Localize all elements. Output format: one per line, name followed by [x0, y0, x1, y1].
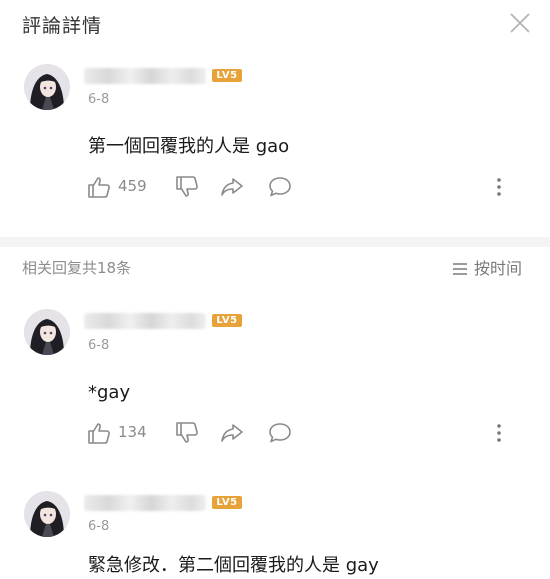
avatar[interactable] [24, 64, 70, 110]
more-vertical-icon[interactable] [494, 422, 504, 444]
comment-text: 第一個回覆我的人是 gao [88, 136, 290, 157]
username-blurred[interactable] [84, 495, 206, 511]
section-divider [0, 237, 550, 247]
like-count: 134 [118, 423, 147, 441]
list-icon [453, 263, 467, 275]
comment-date: 6-8 [88, 338, 110, 353]
share-icon[interactable] [219, 420, 245, 446]
avatar[interactable] [24, 491, 70, 537]
thumbs-up-icon[interactable] [86, 420, 112, 446]
close-icon[interactable] [506, 9, 534, 37]
username-blurred[interactable] [84, 68, 206, 84]
level-badge: LV5 [212, 496, 242, 509]
thumbs-down-icon[interactable] [174, 174, 200, 200]
more-vertical-icon[interactable] [494, 176, 504, 198]
level-badge: LV5 [212, 314, 242, 327]
header: 評論詳情 [0, 0, 550, 48]
replies-header: 相关回复共18条 按时间 [0, 252, 550, 282]
comment-bubble-icon[interactable] [267, 174, 293, 200]
like-count: 459 [118, 177, 147, 195]
page-title: 評論詳情 [22, 15, 103, 37]
comment-text: *gay [88, 382, 131, 403]
comment-date: 6-8 [88, 519, 110, 534]
avatar[interactable] [24, 309, 70, 355]
comment-date: 6-8 [88, 92, 110, 107]
share-icon[interactable] [219, 174, 245, 200]
comment-actions: 134 [86, 420, 526, 446]
thumbs-down-icon[interactable] [174, 420, 200, 446]
comment-text: 緊急修改．第二個回覆我的人是 gay [88, 555, 379, 576]
thumbs-up-icon[interactable] [86, 174, 112, 200]
comment-bubble-icon[interactable] [267, 420, 293, 446]
sort-label: 按时间 [474, 259, 523, 278]
reply-count: 相关回复共18条 [22, 259, 132, 277]
comment-actions: 459 [86, 174, 526, 200]
level-badge: LV5 [212, 69, 242, 82]
username-blurred[interactable] [84, 313, 206, 329]
sort-button[interactable]: 按时间 [452, 255, 522, 279]
